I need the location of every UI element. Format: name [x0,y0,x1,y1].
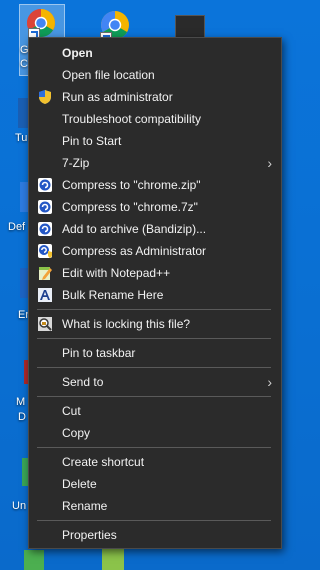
chevron-right-icon: › [267,374,272,390]
bandizip-icon [37,221,53,237]
chrome-desktop-icon[interactable] [26,8,56,40]
menu-item-label: Create shortcut [62,455,145,469]
menu-item-label: Open file location [62,68,155,82]
desktop-icon-label: D [18,411,26,423]
menu-separator [37,309,271,310]
menu-item-label: Delete [62,477,97,491]
notepad-plus-plus-icon [37,265,53,281]
uac-shield-icon [37,89,53,105]
menu-item-compress-as-administrator[interactable]: Compress as Administrator [29,240,281,262]
menu-separator [37,367,271,368]
menu-item-pin-to-taskbar[interactable]: Pin to taskbar [29,342,281,364]
menu-item-add-to-archive-bandizip[interactable]: Add to archive (Bandizip)... [29,218,281,240]
menu-separator [37,338,271,339]
menu-item-open[interactable]: Open [29,42,281,64]
menu-separator [37,520,271,521]
menu-separator [37,447,271,448]
menu-item-run-as-administrator[interactable]: Run as administrator [29,86,281,108]
app-desktop-icon[interactable] [24,550,44,570]
menu-item-label: Copy [62,426,91,440]
menu-item-troubleshoot-compatibility[interactable]: Troubleshoot compatibility [29,108,281,130]
menu-item-label: Send to [62,375,104,389]
menu-item-label: 7-Zip [62,156,90,170]
desktop-icon-label: Un [12,500,27,512]
menu-item-label: Troubleshoot compatibility [62,112,201,126]
menu-item-label: Add to archive (Bandizip)... [62,222,207,236]
desktop-icon-label: C [20,58,28,70]
menu-item-bulk-rename-here[interactable]: Bulk Rename Here [29,284,281,306]
menu-item-label: Rename [62,499,108,513]
menu-item-label: Compress as Administrator [62,244,207,258]
bandizip-icon [37,199,53,215]
menu-item-label: Cut [62,404,81,418]
menu-item-edit-with-notepad[interactable]: Edit with Notepad++ [29,262,281,284]
menu-item-compress-to-chrome-zip[interactable]: Compress to "chrome.zip" [29,174,281,196]
menu-item-label: Run as administrator [62,90,173,104]
desktop-icon-label: Tu [15,132,28,144]
menu-item-label: Open [62,46,93,60]
app-desktop-icon[interactable] [102,548,124,570]
bulk-rename-icon [37,287,53,303]
menu-item-rename[interactable]: Rename [29,495,281,517]
menu-item-label: What is locking this file? [62,317,191,331]
menu-item-properties[interactable]: Properties [29,524,281,546]
bandizip-admin-icon [37,243,53,259]
menu-item-compress-to-chrome-7z[interactable]: Compress to "chrome.7z" [29,196,281,218]
menu-separator [37,396,271,397]
desktop-icon-label: M [16,396,26,408]
menu-item-label: Properties [62,528,117,542]
menu-item-copy[interactable]: Copy [29,422,281,444]
menu-item-label: Compress to "chrome.zip" [62,178,201,192]
menu-item-label: Bulk Rename Here [62,288,164,302]
menu-item-label: Compress to "chrome.7z" [62,200,198,214]
menu-item-cut[interactable]: Cut [29,400,281,422]
menu-item-what-is-locking-this-file[interactable]: What is locking this file? [29,313,281,335]
menu-item-label: Pin to taskbar [62,346,136,360]
magnifier-lock-icon [37,316,53,332]
menu-item-7-zip[interactable]: 7-Zip › [29,152,281,174]
context-menu: Open Open file location Run as administrat… [28,37,282,549]
chevron-right-icon: › [267,155,272,171]
menu-item-pin-to-start[interactable]: Pin to Start [29,130,281,152]
menu-item-label: Pin to Start [62,134,122,148]
bandizip-icon [37,177,53,193]
menu-item-delete[interactable]: Delete [29,473,281,495]
menu-item-label: Edit with Notepad++ [62,266,171,280]
chrome-canary-desktop-icon[interactable] [100,10,130,44]
menu-item-open-file-location[interactable]: Open file location [29,64,281,86]
menu-item-create-shortcut[interactable]: Create shortcut [29,451,281,473]
desktop-icon-label: Def [8,221,26,233]
menu-item-send-to[interactable]: Send to › [29,371,281,393]
